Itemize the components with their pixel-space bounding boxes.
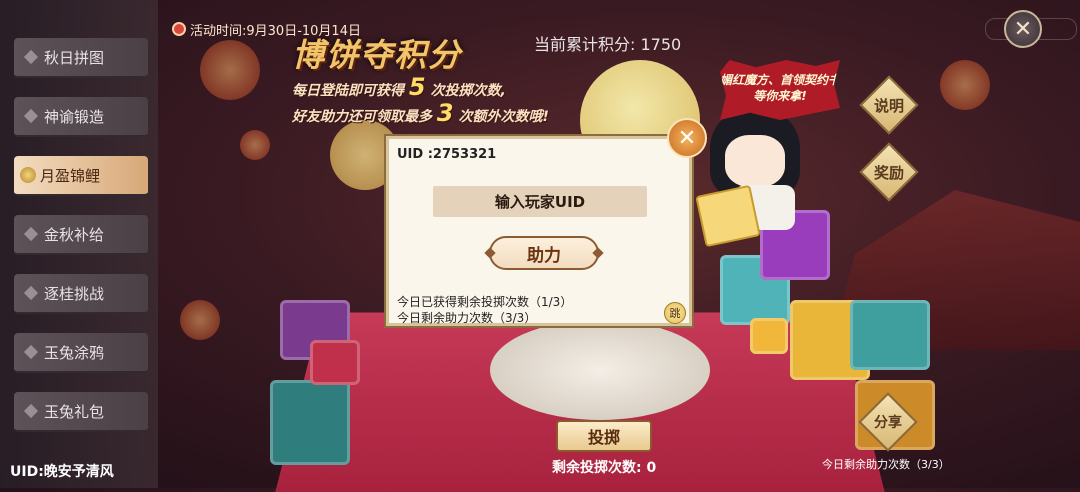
dice-decoration [695,184,761,248]
diamond-icon [23,108,39,124]
sidebar-item-challenge[interactable]: 逐桂挑战 [14,274,148,314]
help-button[interactable]: 助力 [489,236,599,270]
close-icon: ✕ [677,125,697,151]
info-button-label: 说明 [873,96,904,115]
promo-badge: 媚红魔方、首领契约书等你来拿! [720,60,840,120]
share-button[interactable]: 分享 [858,392,918,452]
score-display: 当前累计积分: 1750 [534,35,682,54]
gift-cube [850,300,930,370]
desc-number: 5 [408,73,426,101]
sidebar-item-supply[interactable]: 金秋补给 [14,215,148,255]
gift-cube [750,318,788,354]
help-dialog: UID :2753321 输入玩家UID 助力 今日已获得剩余投掷次数（1/3）… [386,136,692,326]
info-button[interactable]: 说明 [859,75,919,135]
throw-button[interactable]: 投掷 [556,420,652,452]
user-uid: UID:晚安予清风 [10,464,114,480]
character-face [725,135,785,187]
remaining-help-bottom: 今日剩余助力次数（3/3） [822,458,950,471]
sidebar-item-forge[interactable]: 神谕锻造 [14,97,148,137]
dialog-close-button[interactable]: ✕ [667,118,707,158]
player-uid-input[interactable]: 输入玩家UID [433,186,647,217]
help-remaining-text: 今日剩余助力次数（3/3） [397,311,537,325]
gift-cube [270,380,350,465]
share-button-label: 分享 [874,415,902,431]
lantern-decoration [240,130,270,160]
sidebar: 秋日拼图 神谕锻造 月盈锦鲤 金秋补给 逐桂挑战 玉兔涂鸦 玉兔礼包 UID:晚… [0,0,158,488]
sidebar-item-label: 玉兔涂鸦 [44,343,105,362]
koi-icon [20,167,36,183]
sidebar-item-koi[interactable]: 月盈锦鲤 [14,156,148,196]
desc-number: 3 [436,99,454,127]
lantern-decoration [200,40,260,100]
event-description: 每日登陆即可获得 5 次投掷次数, 好友助力还可领取最多 3 次额外次数哦! [292,73,549,128]
throws-obtained-text: 今日已获得剩余投掷次数（1/3） [397,295,573,309]
clock-icon [172,22,186,36]
skip-icon: 跳 [669,307,681,320]
lantern-decoration [940,60,990,110]
desc-text: 好友助力还可领取最多 [292,109,432,125]
diamond-icon [23,226,39,242]
diamond-icon [23,285,39,301]
lantern-decoration [180,300,220,340]
remaining-throws: 剩余投掷次数: 0 [552,460,657,476]
sidebar-item-doodle[interactable]: 玉兔涂鸦 [14,333,148,373]
sidebar-item-gift-pack[interactable]: 玉兔礼包 [14,392,148,432]
sidebar-item-label: 秋日拼图 [44,48,105,67]
sidebar-item-label: 玉兔礼包 [44,402,105,421]
sidebar-item-label: 逐桂挑战 [44,284,105,303]
reward-button[interactable]: 奖励 [859,142,919,202]
desc-text: 次投掷次数, [430,83,506,99]
close-button[interactable]: ✕ [1004,10,1042,48]
dialog-uid: UID :2753321 [397,147,497,162]
reward-button-label: 奖励 [873,163,904,182]
diamond-icon [23,49,39,65]
diamond-icon [23,403,39,419]
diamond-icon [23,344,39,360]
dice-plate [490,320,710,420]
desc-text: 每日登陆即可获得 [292,83,404,99]
sidebar-item-puzzle[interactable]: 秋日拼图 [14,38,148,78]
skip-button[interactable]: 跳 [664,302,686,324]
sidebar-item-label: 月盈锦鲤 [40,166,101,185]
gift-cube [310,340,360,385]
event-title: 博饼夺积分 [292,36,463,74]
close-icon: ✕ [1013,16,1033,42]
sidebar-item-label: 神谕锻造 [44,107,105,126]
desc-text: 次额外次数哦! [458,109,549,125]
sidebar-item-label: 金秋补给 [44,225,105,244]
